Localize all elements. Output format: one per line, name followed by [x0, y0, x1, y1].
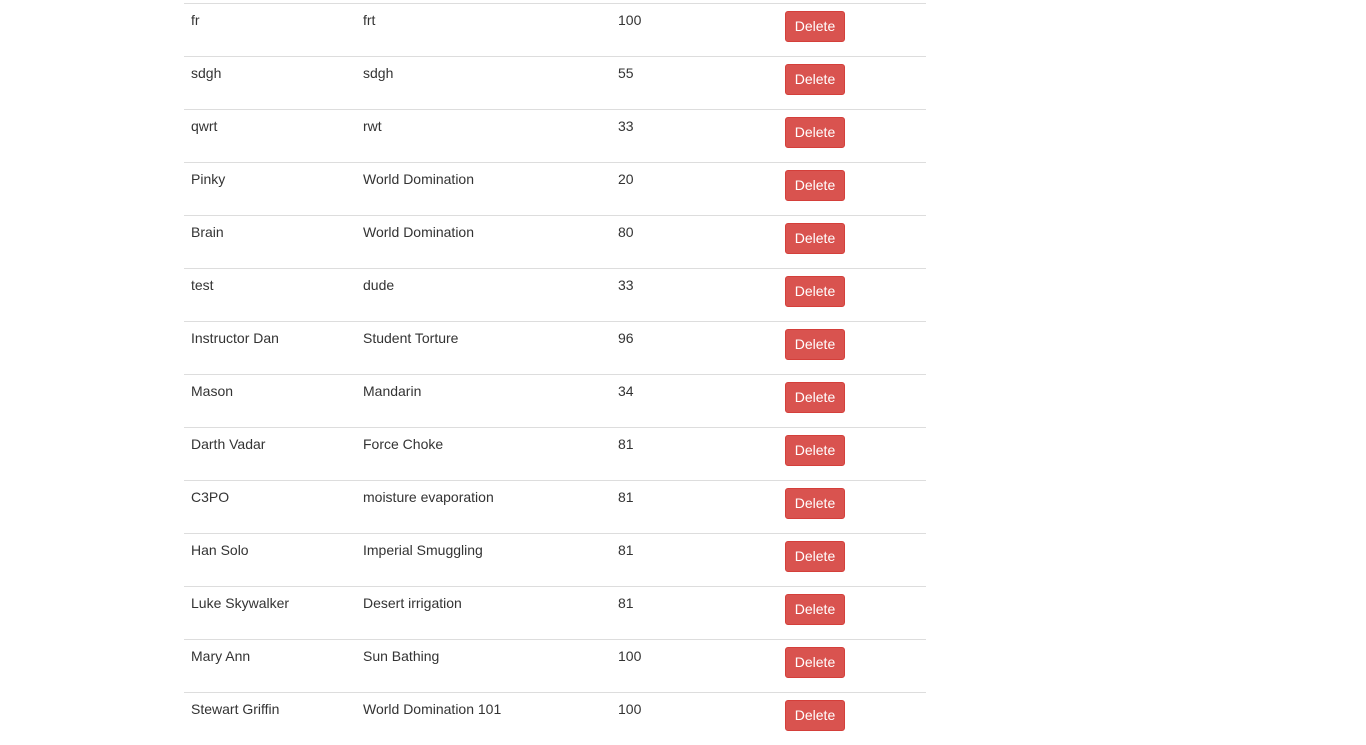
delete-button[interactable]: Delete — [785, 594, 845, 625]
action-cell: Delete — [784, 693, 926, 745]
grade-cell: 81 — [611, 534, 784, 587]
grade-cell: 80 — [611, 216, 784, 269]
student-name-cell: fr — [184, 4, 356, 57]
table-row: qwrt rwt 33 Delete — [184, 110, 926, 163]
table-row: Darth Vadar Force Choke 81 Delete — [184, 428, 926, 481]
table-row: Mason Mandarin 34 Delete — [184, 375, 926, 428]
action-cell: Delete — [784, 534, 926, 587]
student-name-cell: sdgh — [184, 57, 356, 110]
action-cell: Delete — [784, 587, 926, 640]
student-name-cell: Mary Ann — [184, 640, 356, 693]
grades-table-container: fr frt 100 Delete sdgh sdgh 55 Delete qw… — [184, 3, 926, 745]
course-cell: Student Torture — [356, 322, 611, 375]
course-cell: dude — [356, 269, 611, 322]
action-cell: Delete — [784, 640, 926, 693]
table-row: Brain World Domination 80 Delete — [184, 216, 926, 269]
delete-button[interactable]: Delete — [785, 64, 845, 95]
action-cell: Delete — [784, 163, 926, 216]
grade-cell: 81 — [611, 587, 784, 640]
delete-button[interactable]: Delete — [785, 329, 845, 360]
action-cell: Delete — [784, 375, 926, 428]
student-name-cell: test — [184, 269, 356, 322]
grade-cell: 33 — [611, 269, 784, 322]
table-row: Stewart Griffin World Domination 101 100… — [184, 693, 926, 745]
student-name-cell: Mason — [184, 375, 356, 428]
student-name-cell: Stewart Griffin — [184, 693, 356, 745]
action-cell: Delete — [784, 110, 926, 163]
course-cell: Imperial Smuggling — [356, 534, 611, 587]
course-cell: Mandarin — [356, 375, 611, 428]
grade-cell: 96 — [611, 322, 784, 375]
delete-button[interactable]: Delete — [785, 170, 845, 201]
grade-cell: 100 — [611, 4, 784, 57]
course-cell: World Domination — [356, 216, 611, 269]
course-cell: World Domination 101 — [356, 693, 611, 745]
table-row: test dude 33 Delete — [184, 269, 926, 322]
delete-button[interactable]: Delete — [785, 117, 845, 148]
student-name-cell: Brain — [184, 216, 356, 269]
student-name-cell: Pinky — [184, 163, 356, 216]
grade-cell: 55 — [611, 57, 784, 110]
delete-button[interactable]: Delete — [785, 647, 845, 678]
delete-button[interactable]: Delete — [785, 276, 845, 307]
table-row: sdgh sdgh 55 Delete — [184, 57, 926, 110]
grade-cell: 33 — [611, 110, 784, 163]
table-row: Pinky World Domination 20 Delete — [184, 163, 926, 216]
action-cell: Delete — [784, 322, 926, 375]
delete-button[interactable]: Delete — [785, 488, 845, 519]
grade-cell: 100 — [611, 640, 784, 693]
delete-button[interactable]: Delete — [785, 223, 845, 254]
course-cell: Force Choke — [356, 428, 611, 481]
table-row: C3PO moisture evaporation 81 Delete — [184, 481, 926, 534]
action-cell: Delete — [784, 269, 926, 322]
student-name-cell: Instructor Dan — [184, 322, 356, 375]
grades-table: fr frt 100 Delete sdgh sdgh 55 Delete qw… — [184, 3, 926, 745]
action-cell: Delete — [784, 4, 926, 57]
student-name-cell: Luke Skywalker — [184, 587, 356, 640]
delete-button[interactable]: Delete — [785, 11, 845, 42]
action-cell: Delete — [784, 428, 926, 481]
table-row: fr frt 100 Delete — [184, 4, 926, 57]
table-row: Mary Ann Sun Bathing 100 Delete — [184, 640, 926, 693]
delete-button[interactable]: Delete — [785, 435, 845, 466]
grade-cell: 100 — [611, 693, 784, 745]
grade-cell: 34 — [611, 375, 784, 428]
course-cell: frt — [356, 4, 611, 57]
action-cell: Delete — [784, 216, 926, 269]
student-name-cell: Darth Vadar — [184, 428, 356, 481]
delete-button[interactable]: Delete — [785, 382, 845, 413]
action-cell: Delete — [784, 57, 926, 110]
table-row: Instructor Dan Student Torture 96 Delete — [184, 322, 926, 375]
student-name-cell: C3PO — [184, 481, 356, 534]
student-name-cell: Han Solo — [184, 534, 356, 587]
student-name-cell: qwrt — [184, 110, 356, 163]
table-row: Han Solo Imperial Smuggling 81 Delete — [184, 534, 926, 587]
course-cell: World Domination — [356, 163, 611, 216]
action-cell: Delete — [784, 481, 926, 534]
course-cell: Sun Bathing — [356, 640, 611, 693]
course-cell: moisture evaporation — [356, 481, 611, 534]
delete-button[interactable]: Delete — [785, 700, 845, 731]
course-cell: sdgh — [356, 57, 611, 110]
course-cell: rwt — [356, 110, 611, 163]
course-cell: Desert irrigation — [356, 587, 611, 640]
table-row: Luke Skywalker Desert irrigation 81 Dele… — [184, 587, 926, 640]
grade-cell: 81 — [611, 481, 784, 534]
grade-cell: 81 — [611, 428, 784, 481]
grade-cell: 20 — [611, 163, 784, 216]
delete-button[interactable]: Delete — [785, 541, 845, 572]
grades-table-body: fr frt 100 Delete sdgh sdgh 55 Delete qw… — [184, 4, 926, 745]
